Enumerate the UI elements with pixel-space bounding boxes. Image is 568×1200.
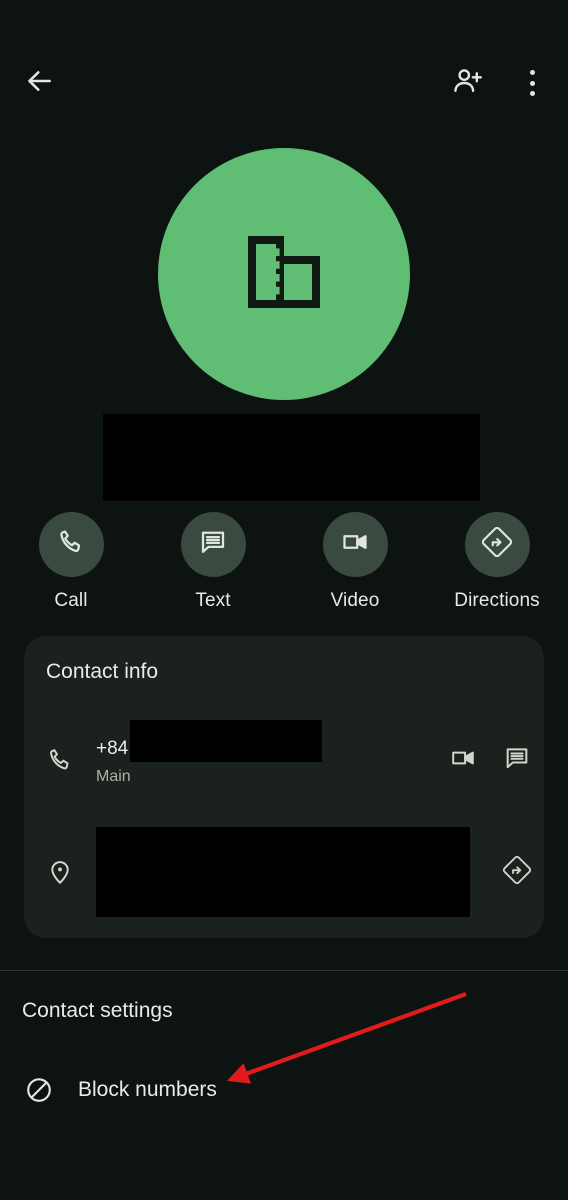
contact-avatar[interactable] — [158, 148, 410, 400]
phone-row-body: +84 Main — [96, 720, 436, 786]
phone-video-call-button[interactable] — [436, 733, 490, 787]
overflow-menu-icon — [529, 68, 535, 99]
contact-settings-title: Contact settings — [22, 999, 173, 1022]
settings-item-block-numbers[interactable]: Block numbers — [0, 1059, 568, 1121]
quick-action-text[interactable]: Text — [153, 512, 273, 612]
section-divider — [0, 970, 568, 971]
directions-button[interactable] — [464, 512, 530, 577]
phone-type-label: Main — [96, 768, 131, 785]
quick-action-label: Video — [330, 590, 380, 611]
message-icon — [198, 527, 228, 562]
contact-details-screen: Call Text Video Directions Contact info … — [0, 0, 568, 1200]
quick-actions-row: Call Text Video Directions — [0, 512, 568, 612]
video-button[interactable] — [322, 512, 388, 577]
overflow-menu-button[interactable] — [509, 58, 555, 108]
videocam-icon — [449, 744, 477, 777]
back-button[interactable] — [14, 58, 64, 108]
block-icon — [0, 1075, 78, 1105]
directions-icon — [481, 526, 513, 562]
quick-action-call[interactable]: Call — [11, 512, 131, 612]
address-row-actions — [490, 845, 544, 899]
phone-row-actions — [436, 733, 544, 787]
contact-name-redacted — [103, 414, 480, 501]
contact-info-card: Contact info +84 Main — [24, 636, 544, 938]
message-icon — [503, 744, 531, 777]
app-bar — [0, 0, 568, 140]
quick-action-video[interactable]: Video — [295, 512, 415, 612]
quick-action-label: Text — [195, 590, 231, 611]
phone-icon — [56, 527, 86, 562]
phone-number-line: +84 — [96, 720, 436, 762]
directions-icon — [502, 855, 532, 889]
videocam-icon — [340, 527, 370, 562]
phone-country-code: +84 — [96, 737, 129, 759]
address-row[interactable] — [24, 822, 544, 922]
contact-info-title: Contact info — [46, 660, 159, 683]
add-person-button[interactable] — [443, 58, 493, 108]
location-pin-icon — [24, 858, 96, 886]
business-building-icon — [236, 224, 332, 325]
arrow-back-icon — [23, 65, 55, 102]
phone-number-redacted — [130, 720, 323, 762]
person-add-icon — [452, 65, 484, 102]
address-row-body — [96, 827, 490, 917]
phone-send-message-button[interactable] — [490, 733, 544, 787]
phone-row[interactable]: +84 Main — [24, 718, 544, 802]
quick-action-label: Directions — [454, 590, 540, 611]
address-value-redacted — [96, 827, 470, 917]
address-directions-button[interactable] — [490, 845, 544, 899]
phone-icon — [24, 746, 96, 774]
quick-action-directions[interactable]: Directions — [437, 512, 557, 612]
call-button[interactable] — [38, 512, 104, 577]
quick-action-label: Call — [54, 590, 88, 611]
settings-item-label: Block numbers — [78, 1078, 217, 1101]
text-button[interactable] — [180, 512, 246, 577]
